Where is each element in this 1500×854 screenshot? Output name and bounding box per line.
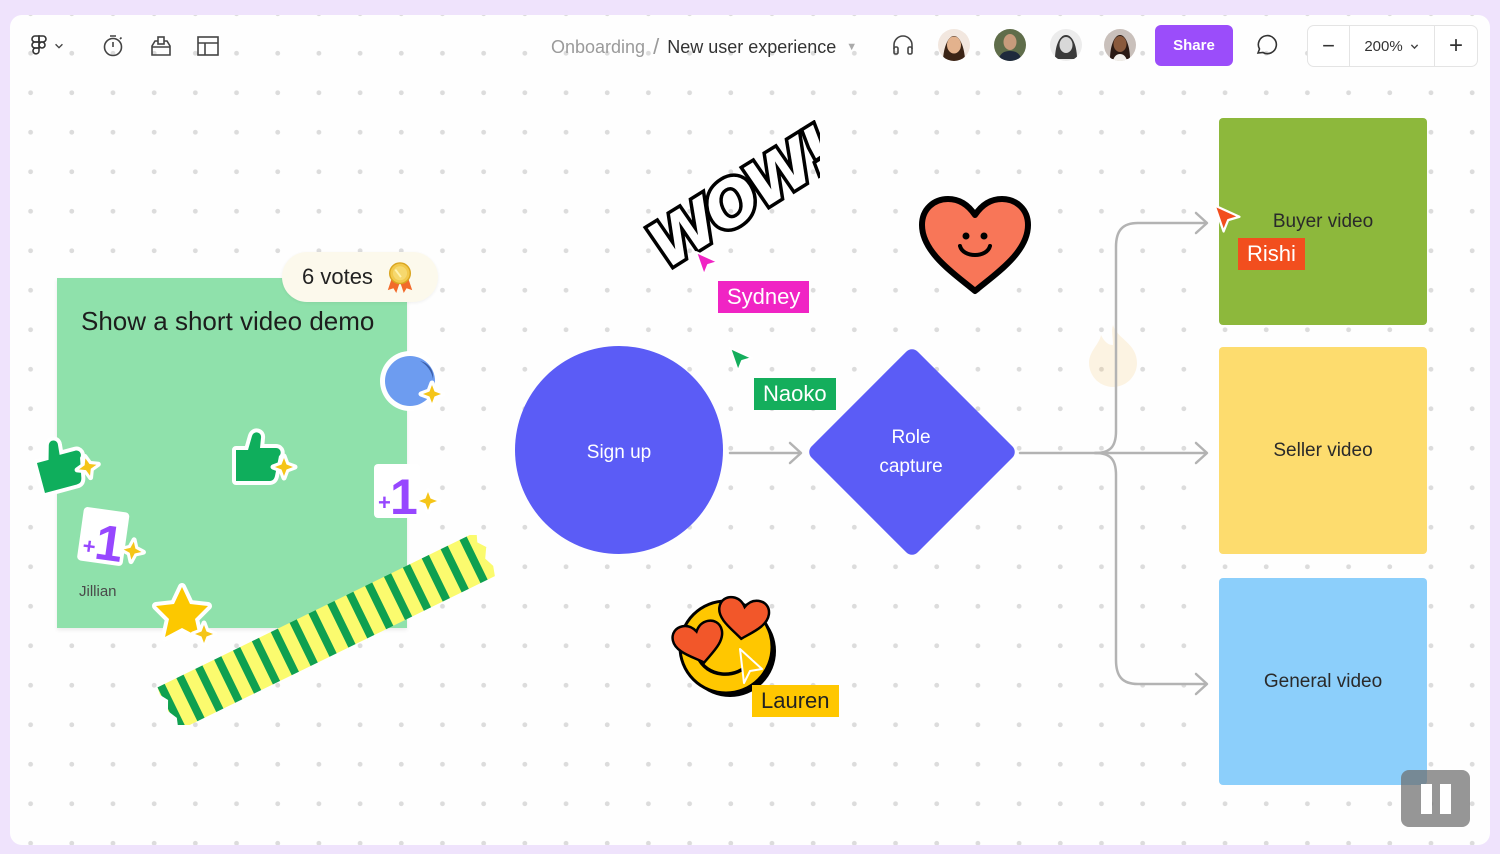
votes-badge[interactable]: 6 votes <box>282 252 438 302</box>
collaborator-avatar-4[interactable] <box>1104 29 1136 61</box>
layout-icon[interactable] <box>195 33 221 59</box>
svg-text:WOW!: WOW! <box>635 120 820 280</box>
pause-button[interactable] <box>1401 770 1470 827</box>
role-capture-label-line2: capture <box>879 456 943 477</box>
plus-one-sticker[interactable]: + 1 <box>372 462 444 522</box>
collaborator-avatar-3[interactable] <box>1050 29 1082 61</box>
cursor-naoko-icon <box>729 347 753 372</box>
headphones-icon[interactable] <box>890 32 916 58</box>
star-sticker[interactable] <box>150 583 222 655</box>
general-video-label: General video <box>1263 670 1383 692</box>
zoom-level-dropdown[interactable]: 200% <box>1350 26 1435 66</box>
medal-icon <box>387 262 413 293</box>
timer-icon[interactable] <box>100 33 126 59</box>
zoom-control: − 200% + <box>1307 25 1478 67</box>
cursor-label-lauren: Lauren <box>752 685 839 717</box>
role-capture-label-line1: Role <box>891 427 931 448</box>
signup-node-label: Sign up <box>586 442 652 463</box>
voting-icon[interactable] <box>148 33 174 59</box>
breadcrumb: Onboarding / New user experience ▼ <box>551 34 857 60</box>
svg-text:1: 1 <box>390 469 418 522</box>
moon-sticker[interactable] <box>378 349 450 415</box>
zoom-level-value: 200% <box>1364 37 1403 55</box>
sticky-note-text[interactable]: Show a short video demo <box>81 300 381 343</box>
sticky-note-author: Jillian <box>79 583 117 600</box>
buyer-video-label: Buyer video <box>1272 210 1374 232</box>
cursor-sydney-icon <box>695 251 719 276</box>
collaborator-avatar-2[interactable] <box>994 29 1026 61</box>
fire-sticker[interactable] <box>1085 323 1141 389</box>
figma-logo-icon[interactable] <box>26 33 52 59</box>
general-video-box[interactable]: General video <box>1219 578 1427 785</box>
file-name[interactable]: New user experience <box>667 37 836 58</box>
whiteboard-window: Onboarding / New user experience ▼ Share… <box>10 15 1490 845</box>
seller-video-box[interactable]: Seller video <box>1219 347 1427 554</box>
smiley-heart-sticker[interactable] <box>916 195 1034 299</box>
wow-sticker[interactable]: WOW! <box>630 120 820 280</box>
cursor-label-rishi: Rishi <box>1238 238 1305 270</box>
votes-count: 6 votes <box>302 264 373 289</box>
pause-icon-bar <box>1420 783 1432 814</box>
thumbs-up-sticker[interactable] <box>230 428 302 488</box>
cursor-rishi-icon <box>1213 204 1241 233</box>
comment-icon[interactable] <box>1253 32 1279 58</box>
chevron-down-icon[interactable]: ▼ <box>846 41 857 53</box>
buyer-video-box[interactable]: Buyer video <box>1219 118 1427 325</box>
chevron-down-icon[interactable] <box>52 33 66 59</box>
plus-one-sticker[interactable]: + 1 <box>74 504 154 573</box>
svg-text:+: + <box>378 490 391 515</box>
chevron-down-icon <box>1410 43 1418 49</box>
zoom-out-button[interactable]: − <box>1308 26 1350 66</box>
pause-icon-bar <box>1439 783 1451 814</box>
breadcrumb-parent[interactable]: Onboarding <box>551 37 645 58</box>
seller-video-label: Seller video <box>1273 439 1373 461</box>
cursor-label-naoko: Naoko <box>754 378 836 410</box>
zoom-in-button[interactable]: + <box>1435 26 1477 66</box>
cursor-label-sydney: Sydney <box>718 281 810 313</box>
breadcrumb-separator: / <box>653 34 660 59</box>
role-capture-node-label: Role capture <box>850 423 972 481</box>
collaborator-avatar-1[interactable] <box>938 29 970 61</box>
share-button[interactable]: Share <box>1155 25 1233 66</box>
